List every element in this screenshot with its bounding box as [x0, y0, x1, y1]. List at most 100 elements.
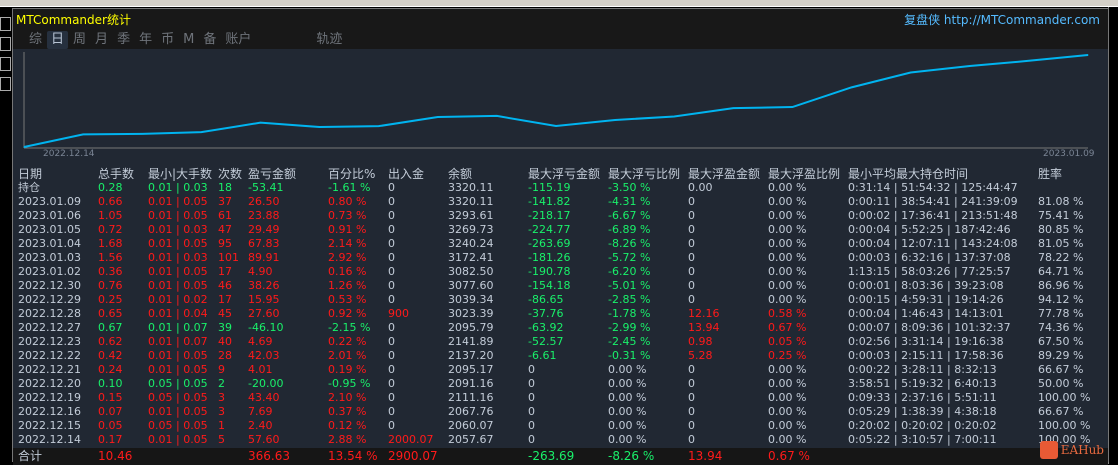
cell-col-0: 2023.01.02: [18, 265, 81, 278]
cell-col-1: 0.17: [98, 433, 123, 446]
cell-col-11: 0.00 %: [768, 419, 807, 432]
table-row: 2022.12.23 0.62 0.01 | 0.07 40 4.69 0.22 % 0 21…: [13, 335, 1108, 349]
cell-col-2: 0.01 | 0.05: [148, 209, 208, 222]
cell-col-8: 0: [528, 377, 535, 390]
cell-col-7: 2091.16: [448, 377, 494, 390]
cell-col-12: 0:00:04 | 5:52:25 | 187:42:46: [848, 223, 1011, 236]
tab-3[interactable]: 月: [91, 31, 112, 49]
chart-end-date: 2023.01.09: [1043, 149, 1095, 159]
cell-col-4: 366.63: [248, 449, 290, 463]
tab-9[interactable]: 账户: [221, 31, 255, 49]
cell-col-9: -4.31 %: [608, 195, 651, 208]
cell-col-0: 2023.01.04: [18, 237, 81, 250]
tab-5[interactable]: 年: [135, 31, 156, 49]
cell-col-11: 0.00 %: [768, 223, 807, 236]
background-chart-left: [0, 7, 12, 464]
equity-point-10: [614, 119, 616, 121]
brand-link[interactable]: 复盘侠 http://MTCommander.com: [904, 11, 1100, 28]
cell-col-0: 2023.01.09: [18, 195, 81, 208]
cell-col-2: 0.05 | 0.05: [148, 377, 208, 390]
cell-col-9: -0.31 %: [608, 349, 651, 362]
cell-col-2: 0.05 | 0.05: [148, 419, 208, 432]
cell-col-0: 2022.12.29: [18, 293, 81, 306]
cell-col-1: 0.65: [98, 307, 123, 320]
cell-col-10: 5.28: [688, 349, 713, 362]
cell-col-2: 0.01 | 0.03: [148, 181, 208, 194]
cell-col-0: 2022.12.27: [18, 321, 81, 334]
side-button[interactable]: [0, 57, 11, 71]
equity-line: [23, 54, 1089, 148]
tab-1[interactable]: 日: [47, 31, 69, 49]
cell-col-5: 13.54 %: [328, 449, 378, 463]
table-header: 日期 总手数 最小|大手数 次数 盈亏金额 百分比% 出入金 余额 最大浮亏金额 最大浮亏比例 最大…: [13, 167, 1108, 181]
table-row: 2022.12.15 0.05 0.05 | 0.05 1 2.40 0.12 % 0 206…: [13, 419, 1108, 433]
cell-col-13: 80.85 %: [1038, 223, 1084, 236]
cell-col-2: 0.01 | 0.07: [148, 335, 208, 348]
table-row: 2022.12.27 0.67 0.01 | 0.07 39 -46.10 -2.15 %…: [13, 321, 1108, 335]
tab-8[interactable]: 备: [199, 31, 220, 49]
equity-point-1: [82, 133, 84, 135]
table-row: 2022.12.16 0.07 0.01 | 0.05 3 7.69 0.37 % 0 206…: [13, 405, 1108, 419]
cell-col-9: 最大浮亏比例: [608, 167, 681, 181]
cell-col-8: -52.57: [528, 335, 564, 348]
side-button[interactable]: [0, 37, 11, 51]
tab-7[interactable]: M: [179, 31, 198, 49]
cell-col-7: 3077.60: [448, 279, 494, 292]
cell-col-11: 0.00 %: [768, 293, 807, 306]
cell-col-9: 0.00 %: [608, 363, 647, 376]
cell-col-1: 0.07: [98, 405, 123, 418]
cell-col-10: 0.00: [688, 181, 713, 194]
cell-col-1: 1.05: [98, 209, 123, 222]
tab-0[interactable]: 综: [25, 31, 46, 49]
cell-col-5: 0.16 %: [328, 265, 367, 278]
side-button[interactable]: [0, 17, 11, 31]
cell-col-5: 0.80 %: [328, 195, 367, 208]
table-row: 2022.12.19 0.15 0.05 | 0.05 3 43.40 2.10 % 0 21…: [13, 391, 1108, 405]
table-row: 2022.12.20 0.10 0.05 | 0.05 2 -20.00 -0.95 % 0…: [13, 377, 1108, 391]
cell-col-4: 4.90: [248, 265, 273, 278]
cell-col-6: 0: [388, 377, 395, 390]
cell-col-5: 百分比%: [328, 167, 376, 181]
cell-col-5: 0.92 %: [328, 307, 367, 320]
tab-6[interactable]: 币: [157, 31, 178, 49]
cell-col-9: -2.85 %: [608, 293, 651, 306]
cell-col-8: -86.65: [528, 293, 564, 306]
cell-col-2: 0.01 | 0.05: [148, 279, 208, 292]
cell-col-12: 0:00:03 | 6:32:16 | 137:37:08: [848, 251, 1011, 264]
table-row: 2022.12.28 0.65 0.01 | 0.04 45 27.60 0.92 % 90…: [13, 307, 1108, 321]
cell-col-5: 0.12 %: [328, 419, 367, 432]
cell-col-3: 3: [218, 391, 225, 404]
cell-col-1: 0.67: [98, 321, 123, 334]
cell-col-2: 0.01 | 0.05: [148, 363, 208, 376]
cell-col-1: 0.10: [98, 377, 123, 390]
table-row: 2022.12.29 0.25 0.01 | 0.02 17 15.95 0.53 % 0 3…: [13, 293, 1108, 307]
side-button[interactable]: [0, 77, 11, 91]
cell-col-3: 28: [218, 349, 232, 362]
cell-col-2: 最小|大手数: [148, 167, 213, 181]
cell-col-8: 0: [528, 405, 535, 418]
cell-col-5: 0.37 %: [328, 405, 367, 418]
cell-col-12: 1:13:15 | 58:03:26 | 77:25:57: [848, 265, 1011, 278]
equity-point-7: [437, 116, 439, 118]
cell-col-7: 3240.24: [448, 237, 494, 250]
cell-col-6: 0: [388, 195, 395, 208]
cell-col-6: 0: [388, 349, 395, 362]
cell-col-0: 2022.12.23: [18, 335, 81, 348]
tab-2[interactable]: 周: [69, 31, 90, 49]
equity-point-18: [1087, 54, 1089, 56]
cell-col-6: 0: [388, 279, 395, 292]
cell-col-12: 3:58:51 | 5:19:32 | 6:40:13: [848, 377, 997, 390]
table-row: 持仓 0.28 0.01 | 0.03 18 -53.41 -1.61 % 0 3320.11…: [13, 181, 1108, 195]
cell-col-2: 0.01 | 0.04: [148, 307, 208, 320]
cell-col-9: -5.01 %: [608, 279, 651, 292]
cell-col-9: -3.50 %: [608, 181, 651, 194]
cell-col-9: -5.72 %: [608, 251, 651, 264]
background-chart-right: [1108, 7, 1118, 464]
cell-col-5: 1.26 %: [328, 279, 367, 292]
equity-point-12: [732, 107, 734, 109]
cell-col-9: -2.45 %: [608, 335, 651, 348]
cell-col-10: 最大浮盈金额: [688, 167, 761, 181]
cell-col-5: 2.01 %: [328, 349, 367, 362]
tab-4[interactable]: 季: [113, 31, 134, 49]
tab-10[interactable]: 轨迹: [312, 31, 346, 49]
